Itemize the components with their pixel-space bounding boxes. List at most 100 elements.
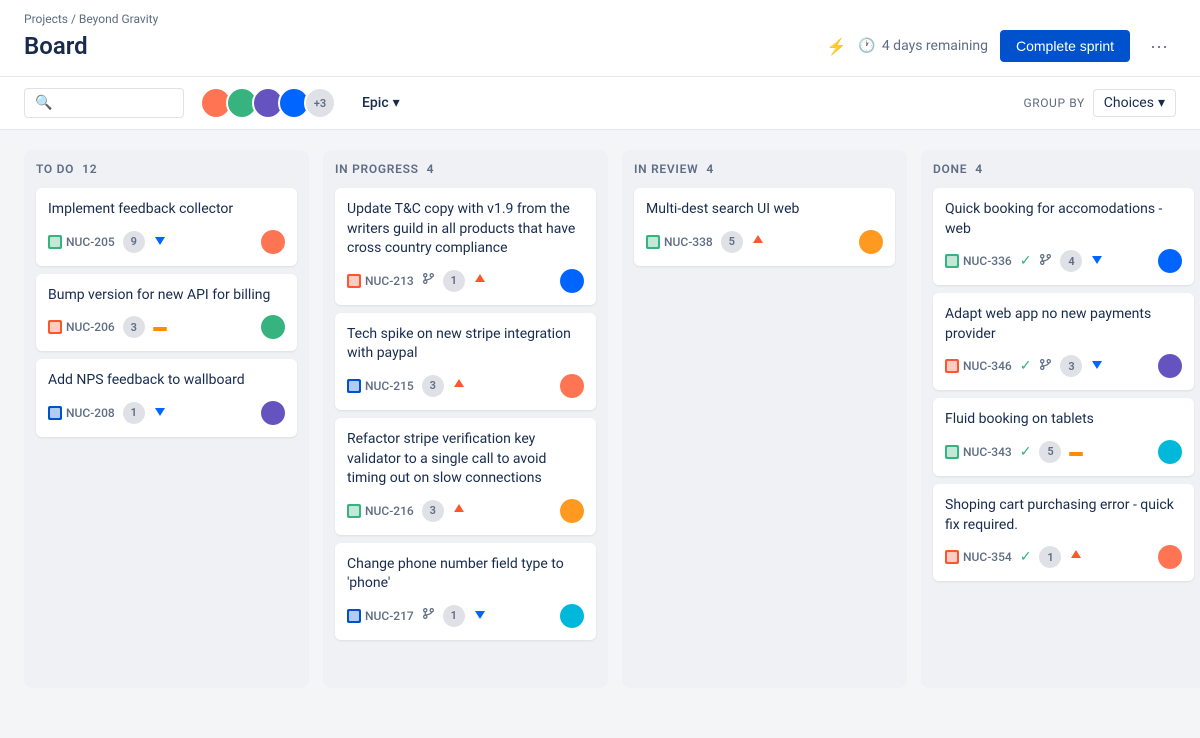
column-title: IN REVIEW <box>634 162 698 176</box>
card-title: Change phone number field type to 'phone… <box>347 555 584 594</box>
card-title: Update T&C copy with v1.9 from the write… <box>347 200 584 259</box>
card[interactable]: Bump version for new API for billing NUC-… <box>36 274 297 352</box>
card-title: Tech spike on new stripe integration wit… <box>347 325 584 364</box>
more-options-button[interactable]: ··· <box>1142 32 1176 61</box>
issue-tag[interactable]: NUC-205 <box>48 235 115 249</box>
column-count: 4 <box>427 162 435 176</box>
card-meta: NUC-354✓1 <box>945 545 1182 569</box>
issue-id: NUC-338 <box>664 235 713 249</box>
search-icon: 🔍 <box>35 95 52 111</box>
card[interactable]: Multi-dest search UI web NUC-338 5 <box>634 188 895 266</box>
column-title: TO DO <box>36 162 74 176</box>
group-by-label: GROUP BY <box>1023 96 1084 110</box>
story-points: 3 <box>1060 355 1082 377</box>
column-todo: TO DO 12 Implement feedback collector NUC-… <box>24 150 309 688</box>
issue-id: NUC-346 <box>963 359 1012 373</box>
priority-icon <box>1069 444 1083 460</box>
card-meta: NUC-216 3 <box>347 499 584 523</box>
card-meta: NUC-338 5 <box>646 230 883 254</box>
choices-dropdown[interactable]: Choices ▾ <box>1093 89 1176 117</box>
issue-type-icon <box>347 379 361 393</box>
issue-tag[interactable]: NUC-343 <box>945 445 1012 459</box>
issue-tag[interactable]: NUC-217 <box>347 609 414 623</box>
issue-type-icon <box>347 274 361 288</box>
card-meta: NUC-336✓4 <box>945 249 1182 273</box>
story-points: 9 <box>123 231 145 253</box>
column-count: 12 <box>82 162 97 176</box>
story-points: 5 <box>1039 441 1061 463</box>
bolt-icon: ⚡ <box>826 37 846 56</box>
issue-type-icon <box>347 504 361 518</box>
story-points: 3 <box>422 500 444 522</box>
column-inreview: IN REVIEW 4Multi-dest search UI webNUC-3… <box>622 150 907 688</box>
card-meta: NUC-2063 <box>48 315 285 339</box>
clock-icon: 🕐 <box>858 38 875 54</box>
card-title: Adapt web app no new payments provider <box>945 305 1182 344</box>
merge-icon <box>422 607 435 624</box>
column-title: IN PROGRESS <box>335 162 419 176</box>
issue-id: NUC-215 <box>365 379 414 393</box>
merge-icon <box>1039 253 1052 270</box>
card-title: Multi-dest search UI web <box>646 200 883 220</box>
complete-sprint-button[interactable]: Complete sprint <box>1000 30 1130 62</box>
card-avatar <box>560 374 584 398</box>
priority-icon <box>473 272 487 290</box>
card-meta: NUC-346✓3 <box>945 354 1182 378</box>
card-avatar <box>560 499 584 523</box>
card-title: Quick booking for accomodations - web <box>945 200 1182 239</box>
card-title: Add NPS feedback to wallboard <box>48 371 285 391</box>
issue-id: NUC-343 <box>963 445 1012 459</box>
issue-type-icon <box>48 235 62 249</box>
issue-id: NUC-216 <box>365 504 414 518</box>
issue-tag[interactable]: NUC-208 <box>48 406 115 420</box>
card-title: Refactor stripe verification key validat… <box>347 430 584 489</box>
issue-tag[interactable]: NUC-336 <box>945 254 1012 268</box>
page-title: Board <box>24 32 88 60</box>
card[interactable]: Update T&C copy with v1.9 from the write… <box>335 188 596 305</box>
story-points: 4 <box>1060 250 1082 272</box>
issue-type-icon <box>646 235 660 249</box>
card[interactable]: Fluid booking on tabletsNUC-343✓5 <box>933 398 1194 476</box>
card[interactable]: Tech spike on new stripe integration wit… <box>335 313 596 410</box>
check-icon: ✓ <box>1020 444 1032 460</box>
story-points: 5 <box>721 231 743 253</box>
story-points: 1 <box>1039 546 1061 568</box>
search-box[interactable]: 🔍 <box>24 88 184 118</box>
card[interactable]: Add NPS feedback to wallboard NUC-208 1 <box>36 359 297 437</box>
card[interactable]: Quick booking for accomodations - web NUC… <box>933 188 1194 285</box>
priority-icon <box>751 233 765 251</box>
column-done: DONE 4Quick booking for accomodations - … <box>921 150 1200 688</box>
avatar-more[interactable]: +3 <box>304 87 336 119</box>
issue-tag[interactable]: NUC-216 <box>347 504 414 518</box>
card-title: Bump version for new API for billing <box>48 286 285 306</box>
choices-label: Choices <box>1104 95 1154 111</box>
card-avatar <box>1158 354 1182 378</box>
card[interactable]: Adapt web app no new payments provider NU… <box>933 293 1194 390</box>
epic-label: Epic <box>362 95 389 111</box>
column-inprogress: IN PROGRESS 4 Update T&C copy with v1.9 f… <box>323 150 608 688</box>
card-title: Implement feedback collector <box>48 200 285 220</box>
card-avatar <box>261 401 285 425</box>
epic-filter[interactable]: Epic ▾ <box>352 89 410 117</box>
card[interactable]: Shoping cart purchasing error - quick fi… <box>933 484 1194 581</box>
issue-tag[interactable]: NUC-206 <box>48 320 115 334</box>
issue-tag[interactable]: NUC-213 <box>347 274 414 288</box>
card[interactable]: Implement feedback collector NUC-205 9 <box>36 188 297 266</box>
card-avatar <box>261 315 285 339</box>
issue-tag[interactable]: NUC-338 <box>646 235 713 249</box>
column-title: DONE <box>933 162 967 176</box>
card-meta: NUC-208 1 <box>48 401 285 425</box>
priority-icon <box>1069 548 1083 566</box>
priority-icon <box>153 233 167 251</box>
issue-tag[interactable]: NUC-354 <box>945 550 1012 564</box>
issue-type-icon <box>945 359 959 373</box>
card[interactable]: Change phone number field type to 'phone… <box>335 543 596 640</box>
search-input[interactable] <box>60 95 173 111</box>
story-points: 1 <box>443 605 465 627</box>
story-points: 3 <box>422 375 444 397</box>
story-points: 1 <box>123 402 145 424</box>
column-header: TO DO 12 <box>36 162 297 176</box>
card[interactable]: Refactor stripe verification key validat… <box>335 418 596 535</box>
issue-tag[interactable]: NUC-215 <box>347 379 414 393</box>
issue-tag[interactable]: NUC-346 <box>945 359 1012 373</box>
